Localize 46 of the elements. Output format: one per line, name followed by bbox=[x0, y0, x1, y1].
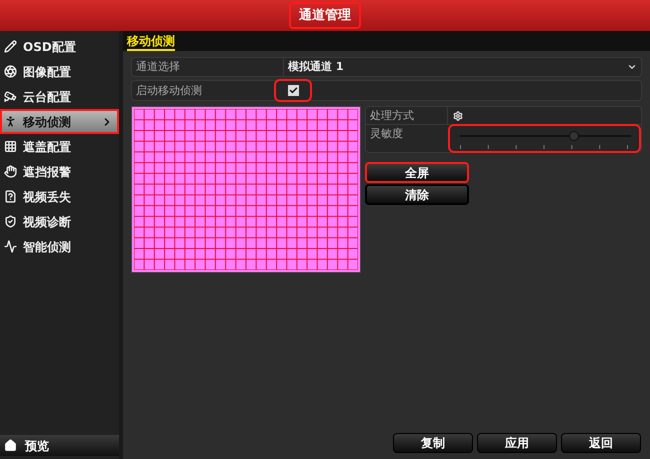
motion-grid[interactable] bbox=[131, 106, 361, 273]
sidebar-item[interactable]: 视频丢失 bbox=[0, 184, 119, 209]
channel-label: 通道选择 bbox=[132, 58, 284, 76]
action-button[interactable]: 全屏 bbox=[365, 162, 469, 183]
shield-icon bbox=[4, 215, 17, 228]
sidebar-label: OSD配置 bbox=[23, 38, 77, 56]
gear-icon[interactable] bbox=[453, 110, 463, 120]
question-icon bbox=[4, 190, 17, 203]
sidebar-label: 图像配置 bbox=[23, 64, 72, 80]
footer-button[interactable]: 应用 bbox=[477, 433, 557, 453]
hand-icon bbox=[4, 165, 17, 178]
channel-select[interactable]: 模拟通道 1 bbox=[284, 58, 641, 76]
sidebar-label: 视频丢失 bbox=[23, 188, 72, 206]
sidebar-label: 智能侦测 bbox=[23, 238, 72, 256]
home-icon bbox=[4, 439, 17, 452]
dropdown-icon bbox=[627, 62, 637, 72]
person-icon bbox=[4, 115, 17, 128]
sidebar-item[interactable]: 遮盖配置 bbox=[0, 134, 119, 159]
grid-icon bbox=[4, 140, 17, 153]
checkbox[interactable] bbox=[288, 85, 298, 96]
camera-icon bbox=[4, 90, 17, 103]
aperture-icon bbox=[4, 65, 17, 78]
sidebar-item[interactable]: 遮挡报警 bbox=[0, 159, 119, 184]
sidebar-item[interactable]: 图像配置 bbox=[0, 59, 119, 84]
sidebar-item[interactable]: 云台配置 bbox=[0, 84, 119, 109]
action-button[interactable]: 清除 bbox=[365, 184, 469, 205]
sidebar-label: 视频诊断 bbox=[23, 214, 72, 230]
sensitivity-label: 灵敏度 bbox=[369, 126, 404, 142]
sidebar-item[interactable]: 移动侦测 bbox=[0, 109, 119, 134]
preview-button[interactable]: 预览 bbox=[0, 435, 119, 456]
tab[interactable]: 移动侦测 bbox=[127, 33, 175, 51]
handling-label: 处理方式 bbox=[366, 107, 448, 124]
sidebar-item[interactable]: 智能侦测 bbox=[0, 234, 119, 259]
sidebar-label: 遮盖配置 bbox=[23, 138, 72, 156]
enable-label: 启动移动侦测 bbox=[135, 83, 203, 99]
sidebar-label: 移动侦测 bbox=[23, 114, 72, 130]
pulse-icon bbox=[4, 240, 17, 253]
footer-button[interactable]: 返回 bbox=[561, 433, 641, 453]
window-title: 通道管理 bbox=[289, 2, 361, 30]
footer-button[interactable]: 复制 bbox=[393, 433, 473, 453]
sidebar-item[interactable]: OSD配置 bbox=[0, 34, 119, 59]
sidebar-label: 云台配置 bbox=[23, 88, 72, 106]
slider-thumb[interactable] bbox=[569, 131, 580, 141]
pencil-icon bbox=[4, 40, 17, 53]
sidebar-label: 遮挡报警 bbox=[23, 164, 72, 180]
sidebar-item[interactable]: 视频诊断 bbox=[0, 209, 119, 234]
